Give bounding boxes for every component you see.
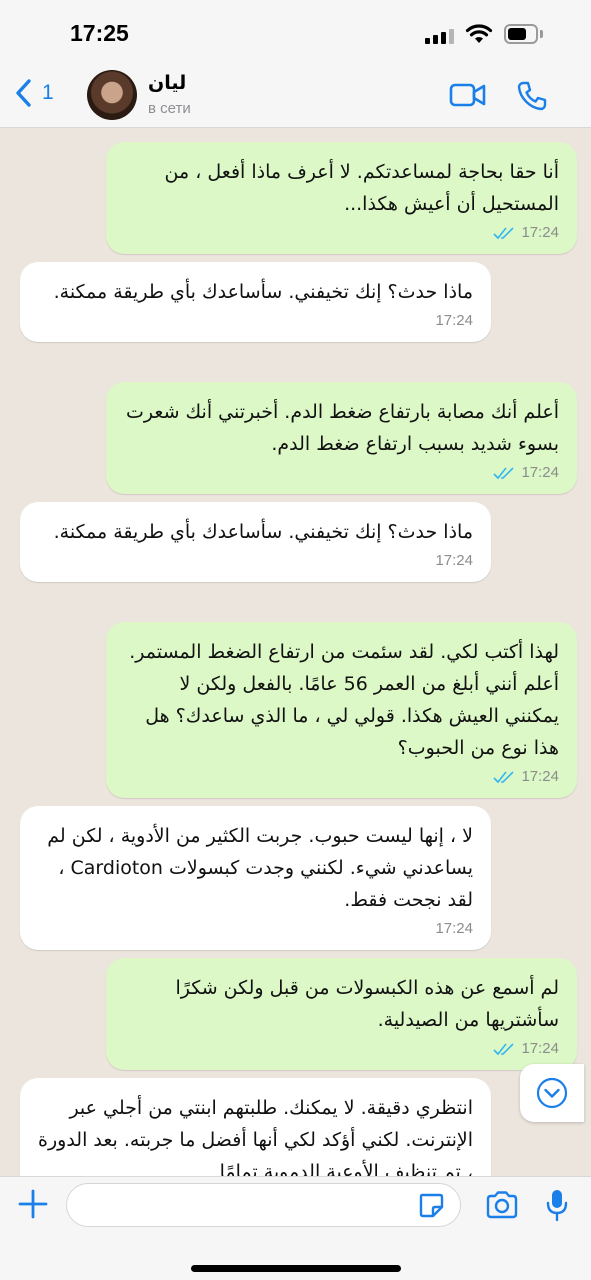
message-incoming[interactable]: ماذا حدث؟ إنك تخيفني. سأساعدك بأي طريقة … [20, 262, 491, 342]
message-time: 17:24 [435, 920, 473, 937]
chat-area[interactable]: أنا حقا بحاجة لمساعدتكم. لا أعرف ماذا أف… [0, 128, 591, 1176]
home-indicator [191, 1265, 401, 1272]
camera-icon[interactable] [485, 1191, 519, 1219]
message-text: أنا حقا بحاجة لمساعدتكم. لا أعرف ماذا أف… [164, 161, 559, 215]
contact-name[interactable]: ليان [148, 72, 186, 94]
message-time: 17:24 [435, 552, 473, 569]
read-ticks-icon [493, 771, 515, 784]
battery-icon [504, 24, 538, 44]
message-time: 17:24 [521, 464, 559, 481]
unread-count: 1 [42, 81, 54, 104]
message-text: أعلم أنك مصابة بارتفاع ضغط الدم. أخبرتني… [126, 401, 559, 455]
message-incoming[interactable]: انتظري دقيقة. لا يمكنك. طلبتهم ابنتي من … [20, 1078, 491, 1176]
read-ticks-icon [493, 1043, 515, 1056]
message-incoming[interactable]: ماذا حدث؟ إنك تخيفني. سأساعدك بأي طريقة … [20, 502, 491, 582]
chevron-down-circle-icon [536, 1077, 568, 1109]
input-bar [0, 1176, 591, 1280]
contact-status: в сети [148, 100, 191, 117]
message-text: لهذا أكتب لكي. لقد سئمت من ارتفاع الضغط … [129, 641, 559, 759]
message-time: 17:24 [521, 768, 559, 785]
plus-icon[interactable] [16, 1187, 50, 1221]
message-incoming[interactable]: لا ، إنها ليست حبوب. جربت الكثير من الأد… [20, 806, 491, 950]
chevron-left-icon [16, 79, 31, 107]
video-call-icon[interactable] [449, 82, 487, 108]
message-text: لم أسمع عن هذه الكبسولات من قبل ولكن شكر… [175, 977, 559, 1031]
read-ticks-icon [493, 227, 515, 240]
avatar[interactable] [87, 70, 137, 120]
message-time: 17:24 [521, 224, 559, 241]
message-outgoing[interactable]: لم أسمع عن هذه الكبسولات من قبل ولكن شكر… [106, 958, 577, 1070]
message-outgoing[interactable]: أنا حقا بحاجة لمساعدتكم. لا أعرف ماذا أف… [106, 142, 577, 254]
message-outgoing[interactable]: لهذا أكتب لكي. لقد سئمت من ارتفاع الضغط … [106, 622, 577, 798]
sticker-icon[interactable] [418, 1192, 444, 1218]
message-time: 17:24 [521, 1040, 559, 1057]
message-text: لا ، إنها ليست حبوب. جربت الكثير من الأد… [47, 825, 473, 911]
read-ticks-icon [493, 467, 515, 480]
message-outgoing[interactable]: أعلم أنك مصابة بارتفاع ضغط الدم. أخبرتني… [106, 382, 577, 494]
wifi-icon [465, 24, 493, 43]
message-text: ماذا حدث؟ إنك تخيفني. سأساعدك بأي طريقة … [53, 281, 473, 303]
message-text: ماذا حدث؟ إنك تخيفني. سأساعدك بأي طريقة … [53, 521, 473, 543]
status-time: 17:25 [70, 20, 129, 46]
phone-icon[interactable] [516, 80, 548, 112]
back-button[interactable]: 1 [14, 78, 54, 108]
scroll-to-bottom-button[interactable] [520, 1064, 584, 1122]
signal-icon [425, 28, 454, 44]
message-input[interactable] [66, 1183, 461, 1227]
chat-header: 1 ليان в сети [0, 66, 591, 128]
microphone-icon[interactable] [545, 1188, 569, 1222]
status-bar: 17:25 [0, 0, 591, 66]
message-text: انتظري دقيقة. لا يمكنك. طلبتهم ابنتي من … [38, 1097, 473, 1176]
message-time: 17:24 [435, 312, 473, 329]
